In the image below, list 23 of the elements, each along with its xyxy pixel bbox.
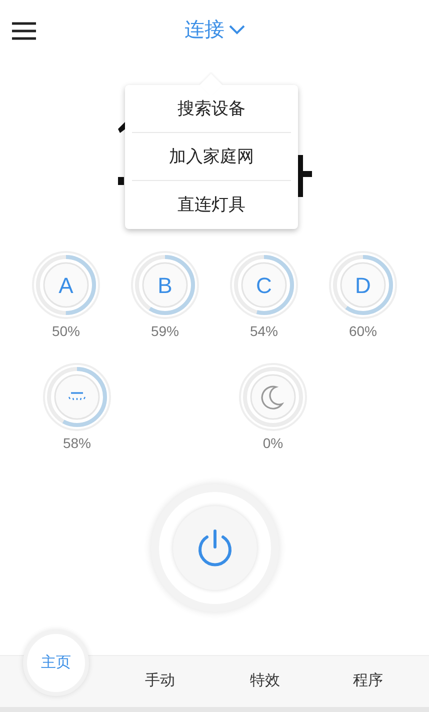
dimmer-dial[interactable] (42, 362, 112, 432)
channel-label: A (58, 273, 74, 298)
menu-item[interactable]: 直连灯具 (132, 181, 291, 229)
menu-icon[interactable] (12, 22, 36, 40)
level-reading: 50% (52, 322, 80, 341)
dropdown-label: 连接 (184, 18, 224, 43)
power-icon (196, 529, 232, 567)
channel-label: D (355, 273, 371, 298)
tab[interactable]: 特效 (235, 669, 295, 693)
tab[interactable]: 程序 (338, 669, 398, 693)
level-reading: 60% (348, 322, 378, 341)
tab[interactable]: 手动 (130, 669, 190, 693)
dimmer-dial[interactable] (238, 362, 308, 432)
channel-label: B (158, 273, 172, 298)
level-reading: 58% (62, 434, 92, 453)
chevron-down-icon (228, 25, 244, 35)
moon-icon (261, 386, 283, 410)
level-reading: 0% (262, 434, 284, 453)
menu-item[interactable]: 加入家庭网 (132, 133, 291, 181)
channel-label: C (256, 273, 272, 298)
level-reading: 59% (150, 322, 180, 341)
ceiling-light-icon (68, 392, 86, 401)
level-reading: 54% (250, 322, 278, 341)
